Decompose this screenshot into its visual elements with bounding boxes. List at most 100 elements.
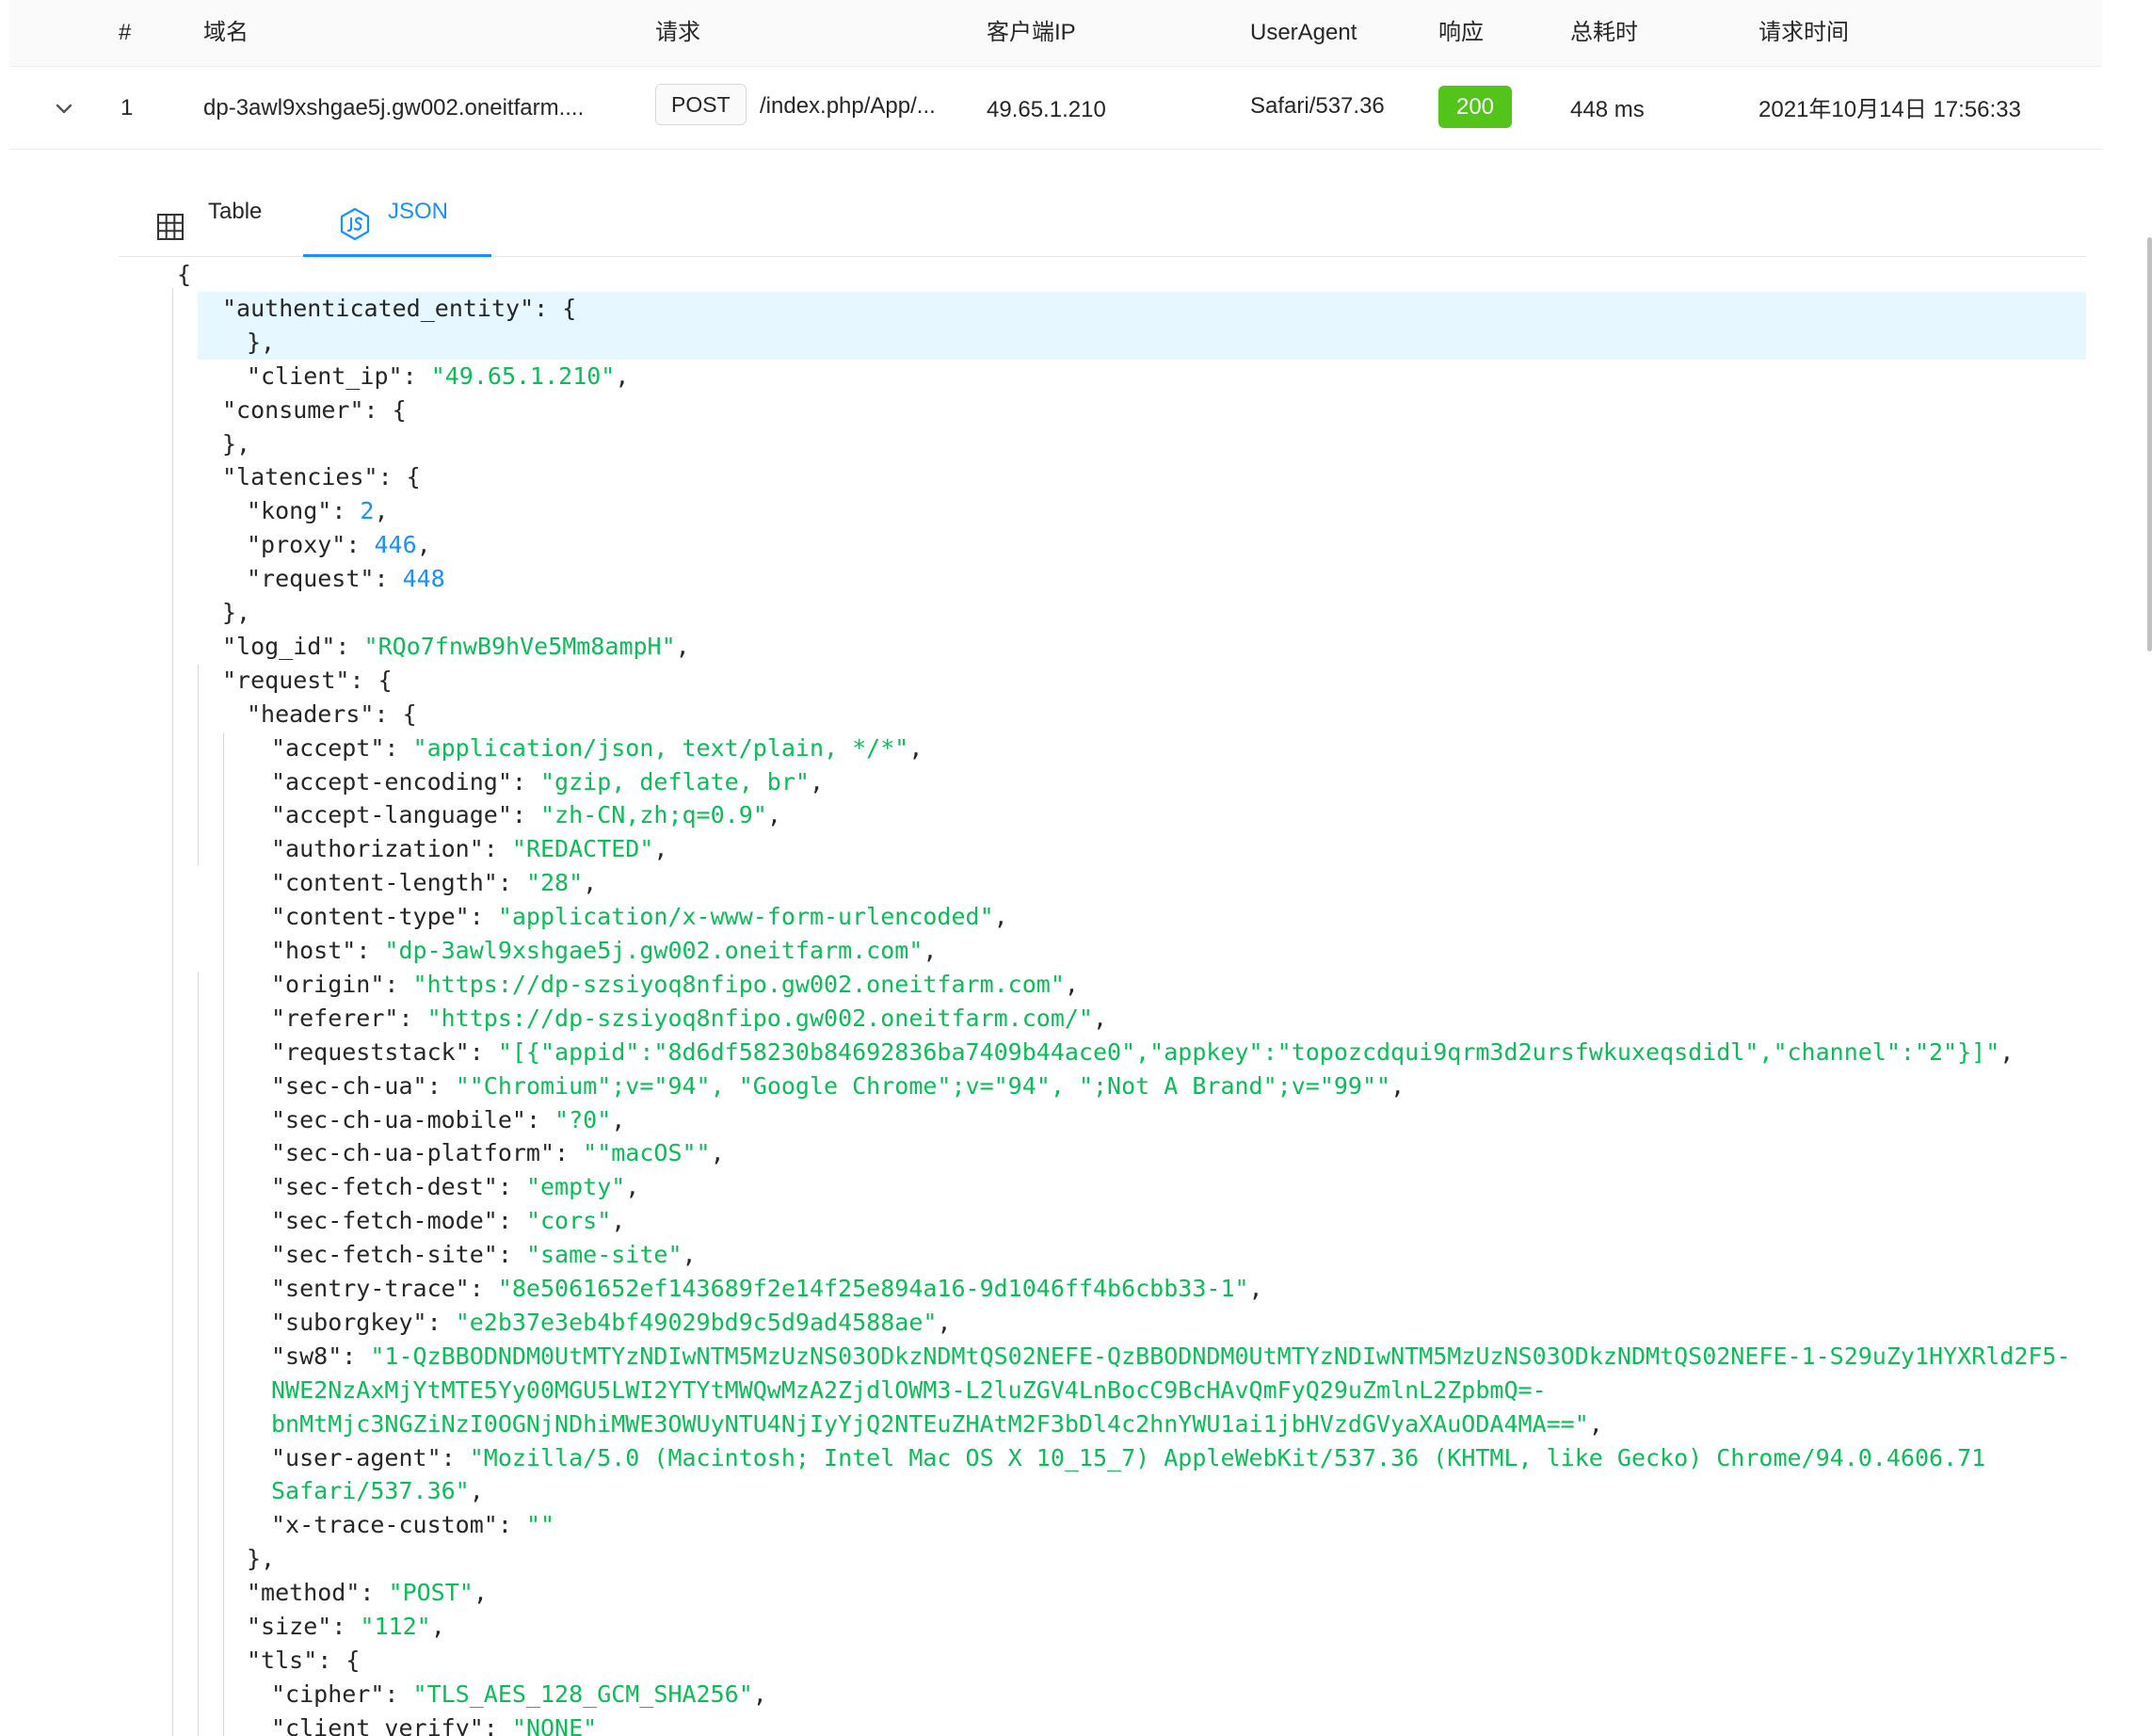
indent-guide: [223, 732, 224, 1736]
json-key: "sw8": [271, 1342, 343, 1370]
row-domain: dp-3awl9xshgae5j.gw002.oneitfarm....: [203, 95, 585, 121]
json-key: "sec-ch-ua-platform": [271, 1139, 555, 1167]
row-path: /index.php/App/...: [760, 93, 936, 119]
json-key: "authorization": [271, 835, 484, 863]
json-line: "headers": {: [247, 698, 417, 731]
column-header-user-agent: UserAgent: [1250, 20, 1357, 45]
json-key: "kong": [247, 497, 332, 525]
json-punct: ,: [469, 1477, 484, 1505]
json-punct: :: [469, 903, 498, 931]
json-string: "dp-3awl9xshgae5j.gw002.oneitfarm.com": [384, 937, 923, 964]
json-key: "log_id": [222, 632, 336, 660]
chevron-down-icon[interactable]: [47, 92, 81, 126]
json-string: "RQo7fnwB9hVe5Mm8ampH": [363, 632, 676, 660]
json-number: 2: [360, 497, 375, 525]
view-tabs: Table JSON: [119, 168, 2086, 257]
json-key: "sec-ch-ua": [271, 1071, 427, 1100]
json-key: "request": [222, 666, 350, 694]
tab-json[interactable]: JSON: [303, 168, 491, 256]
json-punct: :: [483, 1713, 512, 1736]
json-line: "kong": 2,: [247, 494, 389, 528]
json-line: "sec-fetch-mode": "cors",: [271, 1204, 625, 1238]
json-key: "content-type": [271, 903, 470, 931]
column-header-response: 响应: [1438, 20, 1484, 45]
json-punct: :: [511, 767, 540, 796]
json-line: "user-agent": "Mozilla/5.0 (Macintosh; I…: [271, 1441, 1985, 1475]
json-line: "request": {: [222, 664, 393, 698]
json-key: "host": [271, 937, 357, 964]
json-line: "accept": "application/json, text/plain,…: [271, 731, 923, 765]
json-number: 448: [402, 565, 445, 593]
json-punct: ,: [611, 1105, 626, 1133]
json-punct: :: [554, 1139, 584, 1167]
json-punct: ,: [615, 362, 630, 390]
json-punct: ,: [1064, 970, 1079, 998]
json-key: "accept-encoding": [271, 767, 512, 796]
json-punct: :: [342, 1342, 371, 1370]
json-punct: ,: [710, 1139, 725, 1167]
tab-table-label: Table: [208, 199, 263, 224]
json-punct: :: [469, 1037, 498, 1066]
json-line: "requeststack": "[{"appid":"8d6df58230b8…: [271, 1036, 2014, 1069]
json-line: "client_ip": "49.65.1.210",: [247, 360, 629, 394]
table-header: # 域名 请求 客户端IP UserAgent 响应 总耗时 请求时间: [9, 0, 2102, 67]
json-line: },: [247, 1542, 275, 1576]
json-punct: ,: [416, 531, 431, 559]
table-row[interactable]: 1 dp-3awl9xshgae5j.gw002.oneitfarm.... P…: [9, 67, 2102, 150]
json-punct: :: [398, 1004, 427, 1032]
json-line: "accept-encoding": "gzip, deflate, br",: [271, 765, 824, 799]
json-punct: :: [374, 565, 403, 593]
json-punct: :: [497, 1173, 526, 1201]
json-punct: ,: [766, 801, 781, 829]
json-string: "https://dp-szsiyoq8nfipo.gw002.oneitfar…: [412, 970, 1065, 998]
json-string: ""Chromium";v="94", "Google Chrome";v="9…: [455, 1071, 1391, 1100]
json-line: "client_verify": "NONE": [271, 1712, 597, 1736]
json-key: "sec-fetch-dest": [271, 1173, 498, 1201]
json-punct: :: [426, 1071, 456, 1100]
json-line: "latencies": {: [222, 460, 421, 494]
json-key: "requeststack": [271, 1037, 470, 1066]
json-punct: },: [247, 1545, 276, 1573]
json-punct: ,: [809, 767, 825, 796]
json-punct: :: [402, 362, 431, 390]
json-line: "tls": {: [247, 1644, 360, 1678]
json-line: "log_id": "RQo7fnwB9hVe5Mm8ampH",: [222, 630, 690, 664]
json-punct: ,: [1093, 1004, 1108, 1032]
json-punct: ,: [993, 903, 1008, 931]
json-line: "sec-ch-ua": ""Chromium";v="94", "Google…: [271, 1069, 1405, 1103]
json-punct: :: [483, 835, 512, 863]
json-punct: ,: [1588, 1409, 1603, 1438]
tab-table[interactable]: Table: [156, 168, 307, 256]
json-key: "accept-language": [271, 801, 512, 829]
json-line: "referer": "https://dp-szsiyoq8nfipo.gw0…: [271, 1002, 1107, 1036]
json-line: "host": "dp-3awl9xshgae5j.gw002.oneitfar…: [271, 934, 937, 968]
json-line: bnMtMjc3NGZiNzI0OGNjNDhiMWE3OWUyNTU4NjIy…: [271, 1407, 1603, 1441]
json-string: "REDACTED": [511, 835, 654, 863]
json-string: "Mozilla/5.0 (Macintosh; Intel Mac OS X …: [469, 1443, 1986, 1471]
json-punct: :: [331, 497, 361, 525]
json-punct: ,: [611, 1207, 626, 1235]
row-client-ip: 49.65.1.210: [987, 97, 1106, 122]
json-key: "client_verify": [271, 1713, 484, 1736]
json-key: "client_ip": [247, 362, 403, 390]
json-line: "x-trace-custom": "": [271, 1508, 554, 1542]
indent-guide: [223, 1681, 224, 1736]
indent-guide: [172, 288, 173, 1736]
json-punct: :: [384, 733, 413, 762]
json-string: "49.65.1.210": [430, 362, 616, 390]
json-punct: : {: [377, 463, 421, 491]
json-line: },: [247, 326, 275, 360]
scrollbar-thumb[interactable]: [2147, 237, 2152, 651]
json-punct: ,: [653, 835, 668, 863]
json-string: "cors": [525, 1207, 612, 1235]
json-line: "sentry-trace": "8e5061652ef143689f2e14f…: [271, 1272, 1263, 1306]
json-punct: :: [384, 1680, 413, 1708]
json-string: ""macOS"": [583, 1139, 711, 1167]
json-line: "cipher": "TLS_AES_128_GCM_SHA256",: [271, 1678, 767, 1712]
indent-guide: [198, 972, 199, 1736]
row-request-time: 2021年10月14日 17:56:33: [1759, 97, 2021, 122]
json-string: "same-site": [525, 1241, 683, 1269]
json-punct: },: [222, 429, 251, 458]
json-punct: :: [469, 1275, 498, 1302]
method-tag: POST: [655, 84, 747, 125]
